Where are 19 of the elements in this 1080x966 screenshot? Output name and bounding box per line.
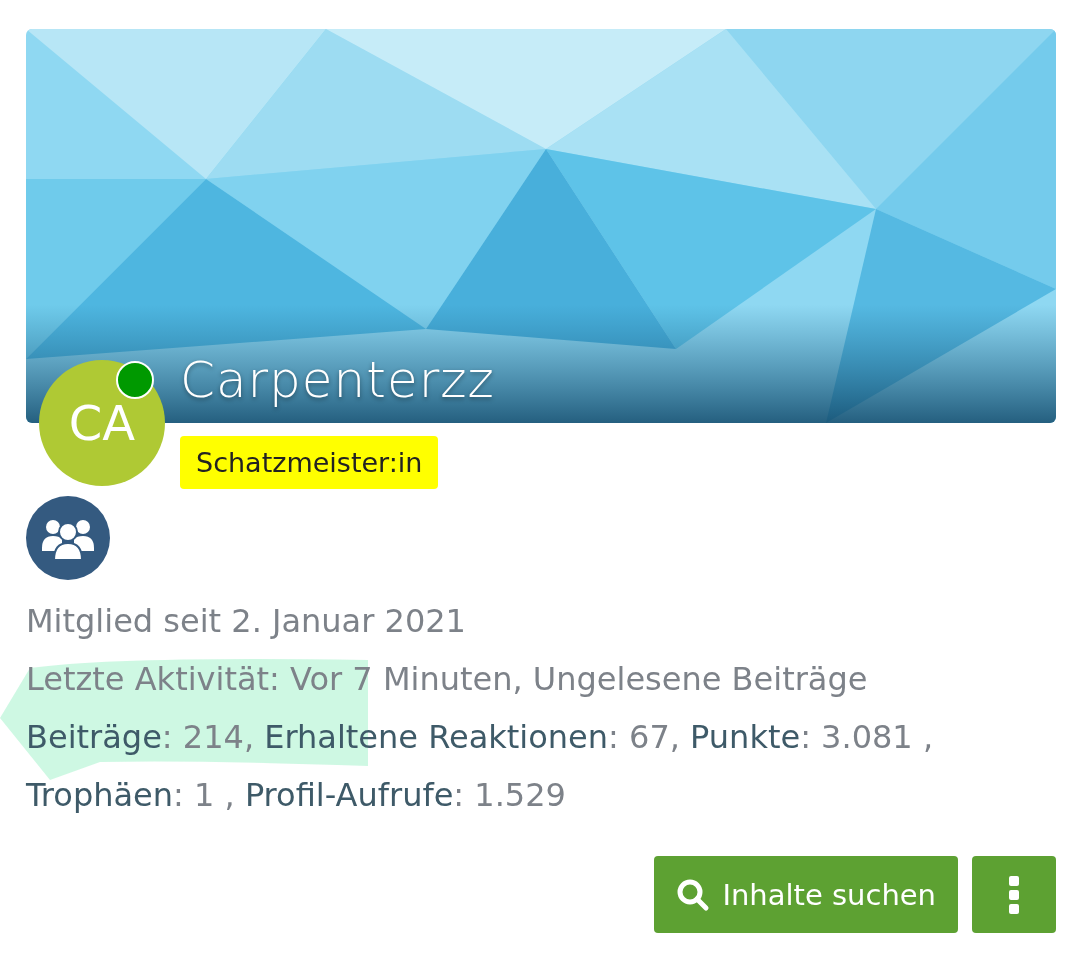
stat-value: : 67, <box>608 718 680 756</box>
stat-value: : 1.529 <box>453 776 566 814</box>
last-activity-text: Letzte Aktivität: Vor 7 Minuten, <box>26 660 523 698</box>
member-since-text: Mitglied seit 2. Januar 2021 <box>26 602 466 640</box>
more-icon <box>1008 875 1020 914</box>
stat-value: : 3.081 , <box>800 718 934 756</box>
stat-label-link[interactable]: Punkte <box>690 718 801 756</box>
search-icon <box>676 877 711 912</box>
stat-value: : 1 , <box>173 776 235 814</box>
stat-value: : 214, <box>161 718 255 756</box>
more-button[interactable] <box>972 856 1056 933</box>
stat-label-link[interactable]: Erhaltene Reaktionen <box>264 718 609 756</box>
stat-label-link[interactable]: Profil-Aufrufe <box>244 776 454 814</box>
stat-label-link[interactable]: Beiträge <box>26 718 162 756</box>
group-icon <box>26 496 110 580</box>
user-title-badge: Schatzmeister:in <box>180 436 439 489</box>
username: Carpenterzz <box>180 351 495 409</box>
stat-label-link[interactable]: Trophäen <box>26 776 174 814</box>
unread-posts-link[interactable]: Ungelesene Beiträge <box>532 660 868 698</box>
